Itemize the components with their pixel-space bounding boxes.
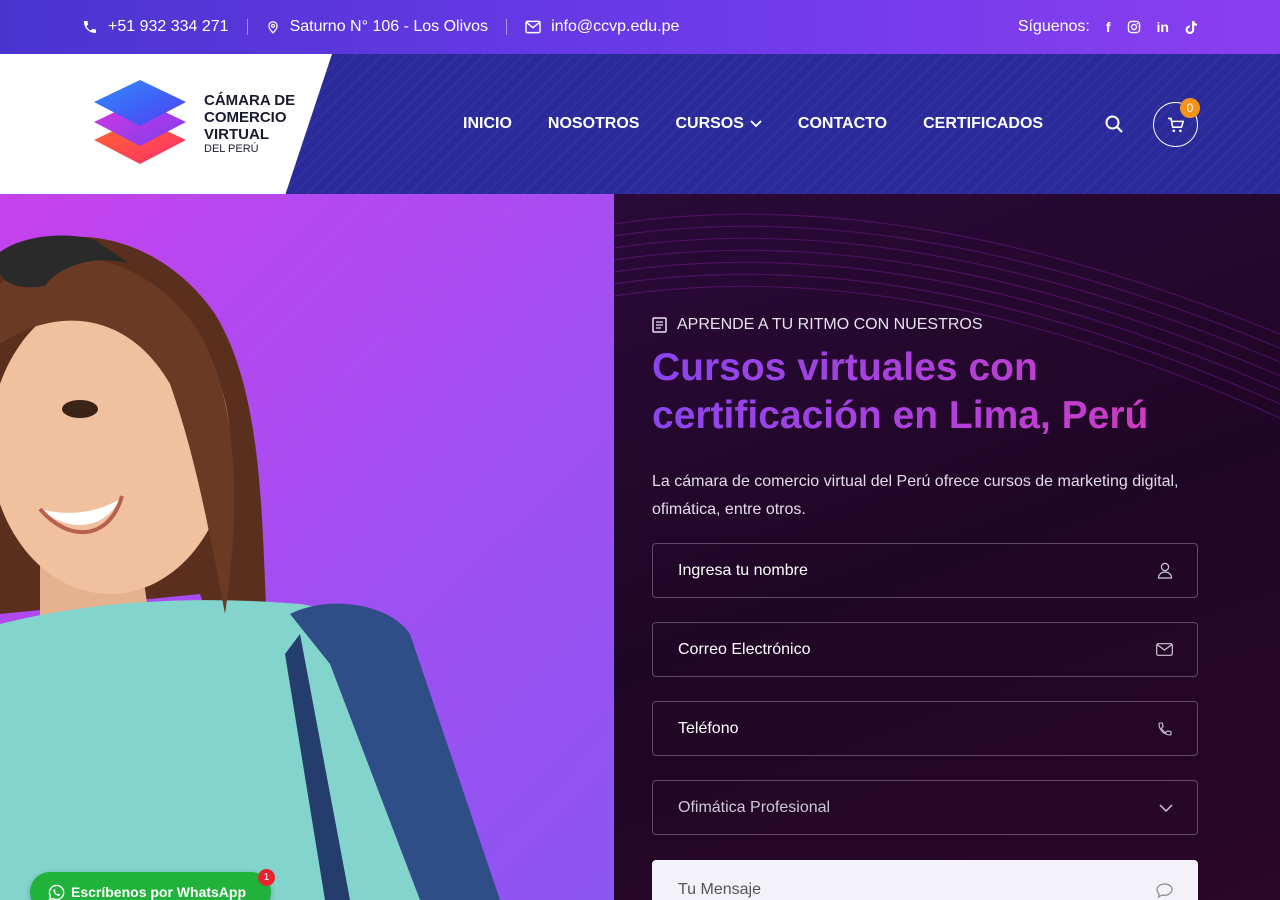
chat-bubble-icon	[1156, 882, 1173, 898]
phone-icon	[84, 21, 96, 33]
hero-description: La cámara de comercio virtual del Perú o…	[652, 473, 1179, 518]
message-field[interactable]: Tu Mensaje	[652, 860, 1198, 900]
nav-cursos-label: CURSOS	[675, 115, 744, 132]
cart-count-badge: 0	[1180, 98, 1200, 118]
main-nav: INICIO NOSOTROS CURSOS CONTACTO CERTIFIC…	[463, 54, 1043, 194]
email-contact[interactable]: info@ccvp.edu.pe	[525, 18, 679, 36]
logo-layers-icon	[94, 80, 186, 164]
divider	[246, 19, 248, 35]
top-contact-bar: +51 932 334 271 Saturno N° 106 - Los Oli…	[0, 0, 1280, 54]
envelope-icon	[525, 20, 541, 34]
phone-field-placeholder: Teléfono	[678, 719, 739, 737]
message-field-placeholder: Tu Mensaje	[678, 881, 761, 898]
search-button[interactable]	[1102, 112, 1126, 136]
divider	[506, 19, 508, 35]
nav-contacto[interactable]: CONTACTO	[798, 115, 887, 133]
search-icon	[1105, 115, 1123, 133]
whatsapp-notification-badge: 1	[258, 869, 275, 886]
logo-line: DEL PERÚ	[204, 143, 259, 155]
envelope-icon	[1156, 643, 1173, 656]
whatsapp-button[interactable]: Escríbenos por WhatsApp	[30, 872, 271, 900]
main-header: CÁMARA DE COMERCIO VIRTUAL DEL PERÚ INIC…	[0, 54, 1280, 194]
email-field-placeholder: Correo Electrónico	[678, 640, 811, 658]
phone-field[interactable]: Teléfono	[652, 701, 1198, 756]
book-icon	[652, 317, 667, 333]
nav-cursos[interactable]: CURSOS	[675, 115, 762, 133]
map-pin-icon	[267, 21, 278, 34]
social-links: Síguenos: f in	[1018, 18, 1198, 36]
nav-inicio[interactable]: INICIO	[463, 115, 512, 133]
address-contact: Saturno N° 106 - Los Olivos	[266, 18, 489, 36]
facebook-icon[interactable]: f	[1106, 19, 1111, 35]
tiktok-icon[interactable]	[1185, 20, 1198, 35]
phone-icon	[1158, 721, 1172, 736]
address-text: Saturno N° 106 - Los Olivos	[289, 18, 489, 35]
eyebrow-text: APRENDE A TU RITMO CON NUESTROS	[677, 316, 983, 333]
shopping-cart-icon	[1167, 117, 1184, 132]
email-field[interactable]: Correo Electrónico	[652, 622, 1198, 677]
hero-eyebrow: APRENDE A TU RITMO CON NUESTROS	[652, 316, 983, 334]
headline-line-1: Cursos virtuales con	[652, 346, 1038, 389]
phone-contact[interactable]: +51 932 334 271	[82, 18, 229, 36]
hero-headline: Cursos virtuales con certificación en Li…	[652, 344, 1232, 440]
logo-line: VIRTUAL	[204, 126, 269, 143]
email-address: info@ccvp.edu.pe	[551, 18, 680, 35]
chevron-down-icon	[1159, 803, 1173, 812]
chevron-down-icon	[750, 120, 762, 128]
linkedin-icon[interactable]: in	[1157, 19, 1169, 35]
phone-number: +51 932 334 271	[108, 18, 229, 35]
nav-nosotros[interactable]: NOSOTROS	[548, 115, 640, 133]
hero-student-image	[0, 194, 614, 900]
name-field[interactable]: Ingresa tu nombre	[652, 543, 1198, 598]
student-photo	[0, 235, 500, 900]
logo-line: CÁMARA DE	[204, 92, 296, 109]
headline-line-2: certificación en Lima, Perú	[652, 394, 1149, 437]
whatsapp-label: Escríbenos por WhatsApp	[71, 884, 247, 900]
whatsapp-icon	[48, 884, 65, 900]
name-field-placeholder: Ingresa tu nombre	[678, 561, 808, 579]
course-select-value: Ofimática Profesional	[678, 798, 831, 816]
user-icon	[1157, 562, 1173, 579]
instagram-icon[interactable]	[1127, 20, 1141, 34]
course-select[interactable]: Ofimática Profesional	[652, 780, 1198, 835]
logo-wordmark: CÁMARA DE COMERCIO VIRTUAL DEL PERÚ	[204, 92, 295, 156]
nav-certificados[interactable]: CERTIFICADOS	[923, 115, 1043, 133]
logo-line: COMERCIO	[204, 109, 287, 126]
follow-label: Síguenos:	[1017, 18, 1090, 35]
